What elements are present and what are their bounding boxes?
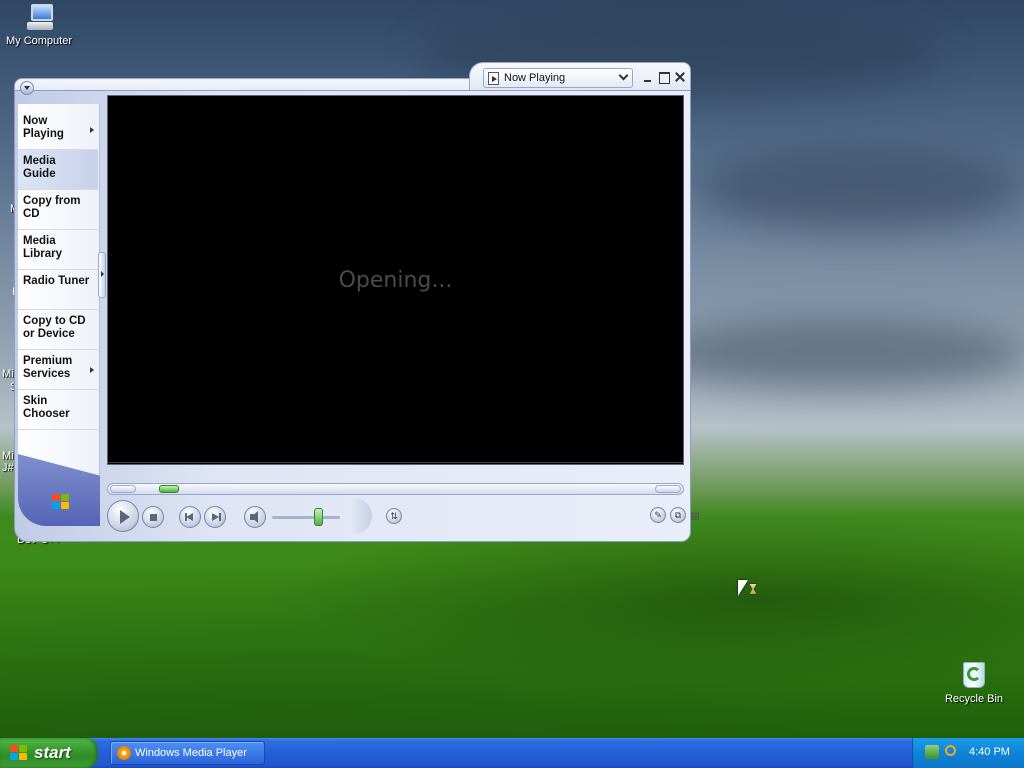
minimize-button[interactable]	[641, 70, 655, 84]
system-tray: 4:40 PM	[912, 738, 1024, 768]
mute-button[interactable]	[244, 506, 266, 528]
seek-thumb[interactable]	[158, 485, 179, 493]
taskbar: start Windows Media Player 4:40 PM	[0, 738, 1024, 768]
resize-grip[interactable]	[691, 512, 699, 520]
shuffle-icon: ⇅	[390, 511, 398, 521]
clock[interactable]: 4:40 PM	[969, 746, 1010, 758]
switch-to-skin-button[interactable]: ⧉	[670, 507, 686, 523]
now-playing-icon	[488, 72, 499, 85]
windows-logo-icon	[52, 494, 70, 510]
cloud-shape	[650, 320, 1024, 390]
taskpane-item-label: Media Library	[23, 235, 62, 260]
play-button[interactable]	[107, 500, 139, 532]
skin-mode-icon: ⧉	[674, 510, 682, 520]
start-button[interactable]: start	[0, 738, 98, 768]
close-button[interactable]	[673, 70, 687, 84]
enhancements-button[interactable]: ✎	[650, 507, 666, 523]
media-player-window[interactable]: Now Playing Now Playing Media Guide Copy f…	[14, 62, 699, 542]
computer-icon	[23, 2, 55, 32]
cloud-shape	[700, 150, 1020, 230]
playback-status: Opening...	[338, 268, 453, 293]
taskpane-item-label: Premium Services	[23, 355, 73, 380]
taskpane-item[interactable]: Copy to CD or Device	[18, 310, 98, 350]
stop-button[interactable]	[142, 506, 164, 528]
playback-controls: ⇅ ✎ ⧉	[102, 498, 699, 534]
taskpane-item-label: Copy to CD or Device	[23, 315, 86, 340]
shuffle-button[interactable]: ⇅	[386, 508, 402, 524]
seek-bar[interactable]	[107, 483, 684, 495]
chevron-down-icon	[618, 70, 629, 81]
taskpane-item-label: Copy from CD	[23, 195, 81, 220]
taskpane-item[interactable]: Premium Services	[18, 350, 98, 390]
video-area[interactable]: Opening...	[107, 95, 684, 465]
desktop-icon-label: Recycle Bin	[944, 693, 1004, 705]
start-label: start	[34, 743, 71, 762]
windows-logo-icon	[10, 745, 28, 761]
volume-slider[interactable]	[272, 516, 340, 519]
chevron-right-icon	[90, 367, 94, 373]
taskbar-button-media-player[interactable]: Windows Media Player	[110, 741, 265, 765]
taskpane-item[interactable]: Media Guide	[18, 150, 98, 190]
taskpane-item[interactable]: Now Playing	[18, 110, 98, 150]
taskpane-item[interactable]: Skin Chooser	[18, 390, 98, 430]
taskbar-button-label: Windows Media Player	[135, 747, 247, 759]
hourglass-icon	[749, 583, 757, 595]
status-divider	[108, 462, 683, 463]
now-playing-select-label: Now Playing	[504, 72, 566, 84]
chevron-right-icon	[90, 127, 94, 133]
desktop-icon-label: My Computer	[5, 35, 73, 47]
taskpane-item[interactable]: Radio Tuner	[18, 270, 98, 310]
hide-taskbar-button[interactable]	[98, 252, 106, 298]
taskpane-item-label: Media Guide	[23, 155, 56, 180]
taskpane-item[interactable]: Copy from CD	[18, 190, 98, 230]
taskpane-item-label: Skin Chooser	[23, 395, 70, 420]
volume-thumb[interactable]	[314, 508, 324, 526]
recycle-bin-icon	[959, 656, 989, 690]
desktop-icon-my-computer[interactable]: My Computer	[0, 2, 78, 47]
previous-button[interactable]	[179, 506, 201, 528]
search-icon[interactable]	[945, 745, 956, 756]
controls-divider	[352, 498, 372, 534]
arrow-pointer-icon	[738, 580, 748, 596]
pencil-icon: ✎	[654, 510, 662, 520]
taskpane-item-label: Radio Tuner	[23, 275, 90, 287]
desktop-icon-recycle-bin[interactable]: Recycle Bin	[935, 656, 1013, 705]
fast-forward-button[interactable]	[655, 485, 681, 493]
network-icon[interactable]	[925, 745, 939, 759]
taskpane-item[interactable]: Media Library	[18, 230, 98, 270]
app-menu-button[interactable]	[20, 81, 34, 95]
rewind-button[interactable]	[110, 485, 136, 493]
next-button[interactable]	[204, 506, 226, 528]
now-playing-select[interactable]: Now Playing	[483, 68, 633, 88]
taskpane-item-label: Now Playing	[23, 115, 64, 140]
busy-cursor	[738, 580, 760, 600]
desktop-icon-label-partial[interactable]: J#	[2, 462, 14, 474]
maximize-button[interactable]	[657, 70, 671, 84]
media-player-icon	[117, 746, 131, 760]
